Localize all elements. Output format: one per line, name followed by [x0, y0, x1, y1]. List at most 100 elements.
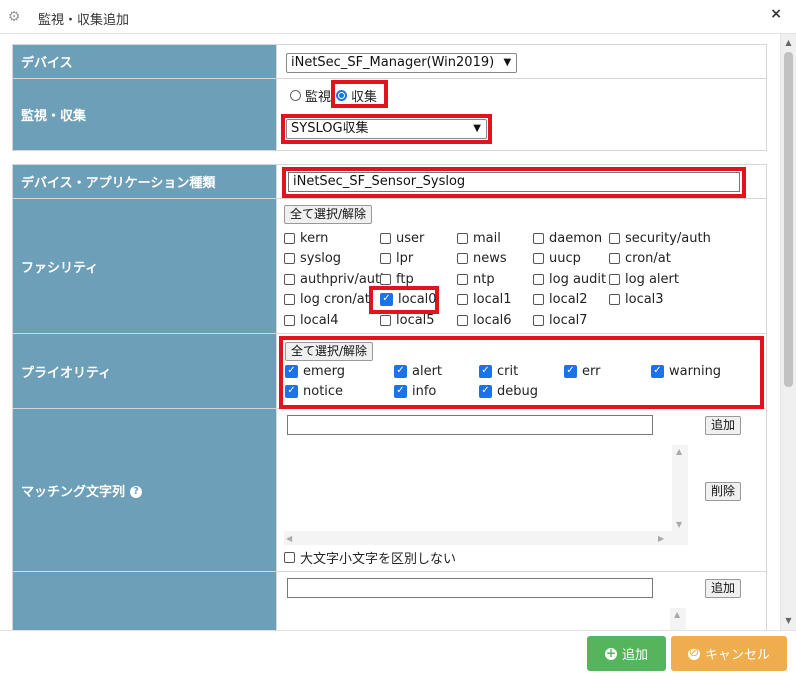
- facility-label: kern: [300, 230, 329, 246]
- checkbox-box: [609, 294, 620, 305]
- listbox-vscroll[interactable]: ▲ ▼: [672, 445, 688, 531]
- scroll-up-icon[interactable]: ▲: [781, 36, 796, 50]
- checkmark-icon: ✓: [651, 364, 664, 378]
- priority-checkbox[interactable]: ✓ warning: [651, 363, 721, 379]
- next-row-add-button[interactable]: 追加: [705, 579, 742, 598]
- facility-checkbox[interactable]: ✓ local0: [380, 292, 437, 308]
- facility-label: syslog: [300, 251, 342, 266]
- checkbox-box: [457, 273, 468, 285]
- checkbox-box: [457, 294, 468, 305]
- collect-type-select[interactable]: SYSLOG収集 ▼: [286, 119, 487, 139]
- priority-label: warning: [669, 363, 722, 379]
- facility-label: local7: [549, 312, 588, 328]
- facility-checkbox[interactable]: authpriv/auth: [284, 271, 388, 287]
- case-insensitive-checkbox[interactable]: 大文字小文字を区別しない: [284, 549, 456, 567]
- facility-checkbox[interactable]: lpr: [380, 251, 413, 267]
- facility-checkbox[interactable]: log audit: [533, 271, 606, 287]
- priority-checkbox[interactable]: ✓ debug: [479, 383, 538, 399]
- checkbox-box: [609, 253, 620, 264]
- device-label: デバイス: [12, 44, 277, 79]
- facility-select-all-button[interactable]: 全て選択/解除: [284, 205, 373, 224]
- facility-label: local6: [473, 312, 512, 328]
- facility-checkbox[interactable]: local7: [533, 312, 588, 328]
- app-type-input[interactable]: iNetSec_SF_Sensor_Syslog: [288, 172, 740, 192]
- checkmark-icon: ✓: [564, 364, 577, 378]
- facility-label: mail: [473, 230, 501, 246]
- facility-checkbox[interactable]: user: [380, 230, 424, 246]
- matching-delete-button[interactable]: 削除: [705, 482, 742, 501]
- scroll-thumb[interactable]: [784, 52, 793, 387]
- facility-label: log audit: [549, 271, 607, 287]
- priority-label: info: [412, 383, 437, 399]
- priority-checkbox[interactable]: ✓ emerg: [285, 363, 345, 379]
- matching-listbox[interactable]: ▲ ▼ ◀ ▶: [284, 445, 688, 545]
- dialog-title: 監視・収集追加: [38, 13, 130, 28]
- facility-label: daemon: [549, 230, 603, 246]
- checkbox-box: [380, 314, 391, 326]
- priority-label: crit: [497, 363, 519, 379]
- priority-checkbox[interactable]: ✓ crit: [479, 363, 518, 379]
- priority-label: alert: [412, 363, 443, 379]
- facility-label: local1: [473, 292, 512, 307]
- priority-checkbox[interactable]: ✓ notice: [285, 383, 343, 399]
- app-type-label: デバイス・アプリケーション種類: [12, 164, 277, 199]
- monitor-collect-label: 監視・収集: [12, 78, 277, 151]
- priority-label: debug: [497, 383, 538, 399]
- priority-checkbox[interactable]: ✓ err: [564, 363, 600, 379]
- checkbox-box: [457, 314, 468, 326]
- facility-checkbox[interactable]: news: [457, 251, 507, 267]
- dialog-vscroll[interactable]: ▲ ▼: [780, 34, 796, 630]
- priority-label: notice: [303, 383, 344, 399]
- help-icon[interactable]: ?: [130, 486, 143, 498]
- facility-checkbox[interactable]: log cron/at: [284, 292, 370, 308]
- priority-checkbox[interactable]: ✓ alert: [394, 363, 442, 379]
- plus-circle-icon: [604, 646, 617, 660]
- radio-collect[interactable]: 収集: [336, 86, 377, 105]
- matching-add-button[interactable]: 追加: [705, 416, 742, 435]
- facility-checkbox[interactable]: local1: [457, 292, 512, 308]
- checkbox-box: [533, 273, 544, 285]
- chevron-down-icon: ▼: [473, 123, 481, 134]
- cancel-button[interactable]: キャンセル: [671, 636, 787, 671]
- facility-checkbox[interactable]: uucp: [533, 251, 581, 267]
- matching-input[interactable]: [287, 415, 653, 435]
- facility-label: ファシリティ: [12, 198, 277, 334]
- facility-checkbox[interactable]: syslog: [284, 251, 341, 267]
- facility-label: local3: [625, 292, 664, 307]
- radio-monitor[interactable]: 監視: [290, 86, 331, 105]
- close-icon[interactable]: ×: [770, 6, 782, 22]
- checkbox-box: [284, 551, 295, 563]
- dialog-footer: 追加 キャンセル: [0, 630, 796, 674]
- checkbox-box: [380, 273, 391, 285]
- add-button[interactable]: 追加: [587, 636, 666, 671]
- next-row-input[interactable]: [287, 578, 653, 598]
- checkbox-box: [380, 253, 391, 264]
- facility-label: security/auth: [625, 230, 711, 246]
- checkbox-box: [284, 232, 295, 244]
- facility-checkbox[interactable]: local2: [533, 292, 588, 308]
- facility-label: lpr: [396, 251, 414, 266]
- facility-checkbox[interactable]: cron/at: [609, 251, 671, 267]
- facility-checkbox[interactable]: log alert: [609, 271, 679, 287]
- scroll-down-icon[interactable]: ▼: [781, 614, 796, 628]
- facility-checkbox[interactable]: ftp: [380, 271, 414, 287]
- facility-checkbox[interactable]: mail: [457, 230, 501, 246]
- priority-select-all-button[interactable]: 全て選択/解除: [285, 342, 374, 361]
- dialog-body: デバイス iNetSec_SF_Manager(Win2019) ▼ 監視・収集 …: [0, 34, 796, 630]
- facility-checkbox[interactable]: local4: [284, 312, 339, 328]
- listbox-hscroll[interactable]: ◀ ▶: [284, 531, 688, 545]
- checkmark-icon: ✓: [479, 364, 492, 378]
- checkmark-icon: ✓: [394, 364, 407, 378]
- facility-label: local5: [396, 312, 435, 328]
- facility-checkbox[interactable]: local5: [380, 312, 435, 328]
- facility-label: local0: [398, 292, 437, 307]
- facility-checkbox[interactable]: local3: [609, 292, 664, 308]
- facility-checkbox[interactable]: security/auth: [609, 230, 711, 246]
- next-row-listbox-vscroll[interactable]: ▲: [670, 608, 686, 630]
- device-select[interactable]: iNetSec_SF_Manager(Win2019) ▼: [286, 53, 518, 73]
- priority-checkbox[interactable]: ✓ info: [394, 383, 436, 399]
- facility-checkbox[interactable]: kern: [284, 230, 328, 246]
- facility-checkbox[interactable]: ntp: [457, 271, 495, 287]
- facility-checkbox[interactable]: daemon: [533, 230, 602, 246]
- facility-checkbox[interactable]: local6: [457, 312, 512, 328]
